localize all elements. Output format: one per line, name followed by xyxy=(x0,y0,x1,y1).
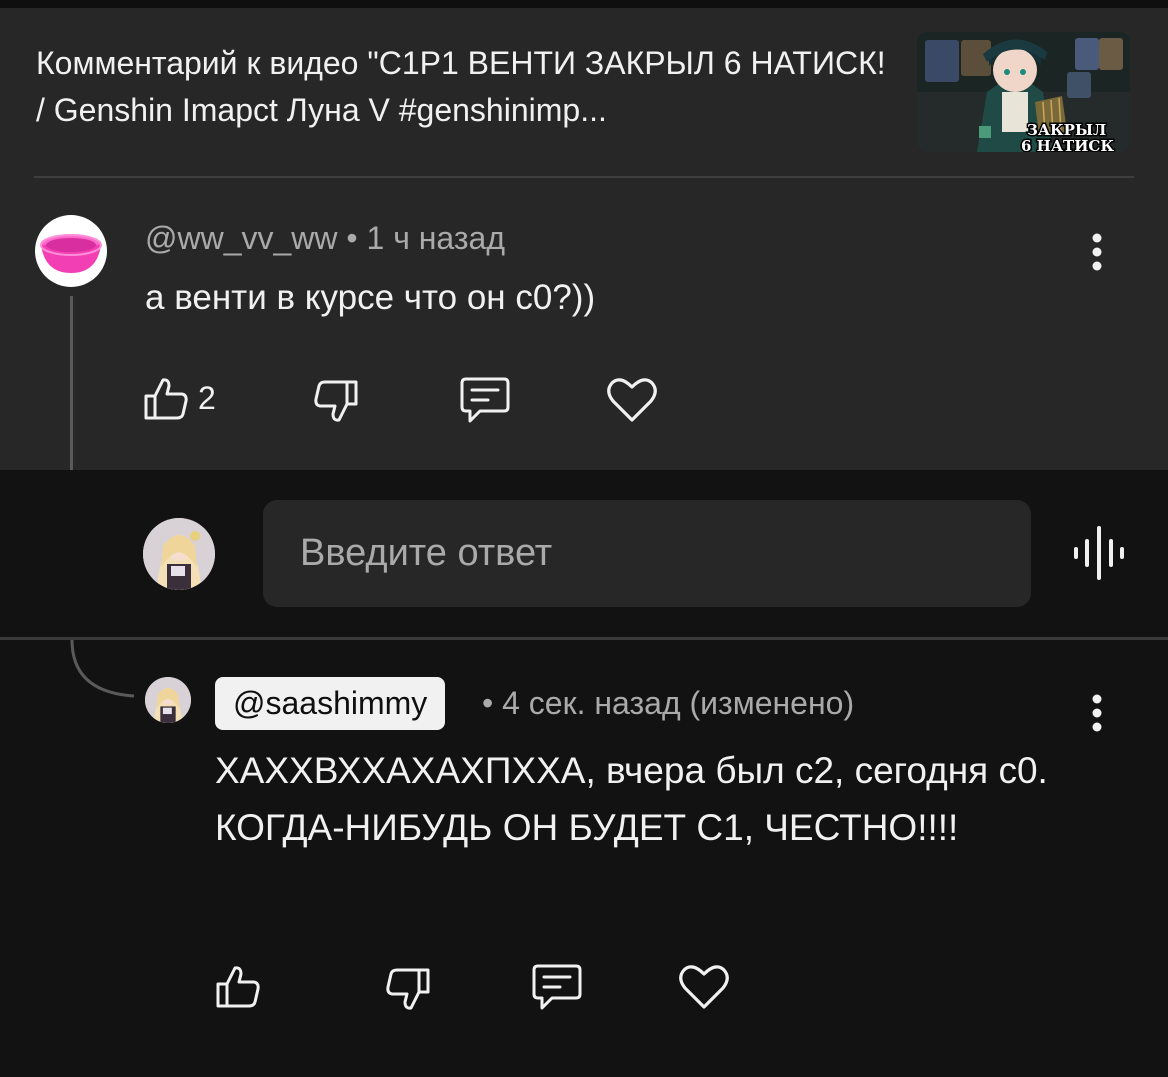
comment-time: 1 ч назад xyxy=(366,220,506,256)
author-handle-chip[interactable]: @saashimmy xyxy=(215,677,446,730)
like-button[interactable] xyxy=(214,962,262,1010)
video-title[interactable]: Комментарий к видео "C1P1 ВЕНТИ ЗАКРЫЛ 6… xyxy=(36,40,896,134)
thumbs-up-icon xyxy=(216,966,260,1008)
heart-icon xyxy=(679,965,729,1009)
thumbs-down-icon xyxy=(314,380,358,422)
comment-meta: @ww_vv_ww • 1 ч назад xyxy=(145,220,505,257)
top-strip xyxy=(0,0,1168,8)
voice-search-icon xyxy=(1074,526,1124,580)
kebab-icon xyxy=(1092,233,1102,271)
like-button[interactable]: 2 xyxy=(142,374,216,422)
thumbs-up-icon xyxy=(144,378,188,420)
video-thumbnail[interactable]: ЗАКРЫЛ 6 НАТИСК xyxy=(917,32,1130,152)
my-avatar[interactable] xyxy=(143,518,215,590)
thumbnail-text-line2: 6 НАТИСК xyxy=(1021,137,1114,152)
comment-icon xyxy=(532,964,582,1010)
reply-thread-connector xyxy=(70,640,135,698)
avatar[interactable] xyxy=(145,677,191,723)
user-avatar-image xyxy=(145,677,191,723)
header-divider xyxy=(34,176,1134,178)
dislike-button[interactable] xyxy=(312,378,360,426)
reply-meta: • 4 сек. назад (изменено) xyxy=(482,685,855,721)
composer-divider xyxy=(0,637,1168,640)
more-options-button[interactable] xyxy=(1077,222,1117,282)
comment-text: а венти в курсе что он с0?)) xyxy=(145,278,596,317)
like-count: 2 xyxy=(198,379,216,416)
heart-button[interactable] xyxy=(605,375,659,425)
user-avatar-image xyxy=(143,518,215,590)
thumbs-down-icon xyxy=(386,968,430,1010)
video-header[interactable]: Комментарий к видео "C1P1 ВЕНТИ ЗАКРЫЛ 6… xyxy=(36,40,896,134)
dislike-button[interactable] xyxy=(384,966,432,1014)
comment-icon xyxy=(460,377,510,423)
thumbnail-art: ЗАКРЫЛ 6 НАТИСК xyxy=(917,32,1130,152)
thread-line xyxy=(70,296,73,470)
reply-button[interactable] xyxy=(458,375,512,425)
heart-button[interactable] xyxy=(677,962,731,1012)
reply-button[interactable] xyxy=(530,962,584,1012)
meta-separator: • xyxy=(337,220,367,256)
heart-icon xyxy=(607,378,657,422)
more-options-button[interactable] xyxy=(1077,683,1117,743)
pink-basin-icon xyxy=(40,234,102,273)
kebab-icon xyxy=(1092,694,1102,732)
reply-input[interactable] xyxy=(263,500,1031,607)
voice-input-button[interactable] xyxy=(1068,522,1130,584)
comment-author[interactable]: @ww_vv_ww xyxy=(145,220,338,256)
reply-text: ХАХХВХХАХАХПХХА, вчера был с2, сегодня с… xyxy=(215,750,1048,848)
avatar[interactable] xyxy=(35,215,107,287)
